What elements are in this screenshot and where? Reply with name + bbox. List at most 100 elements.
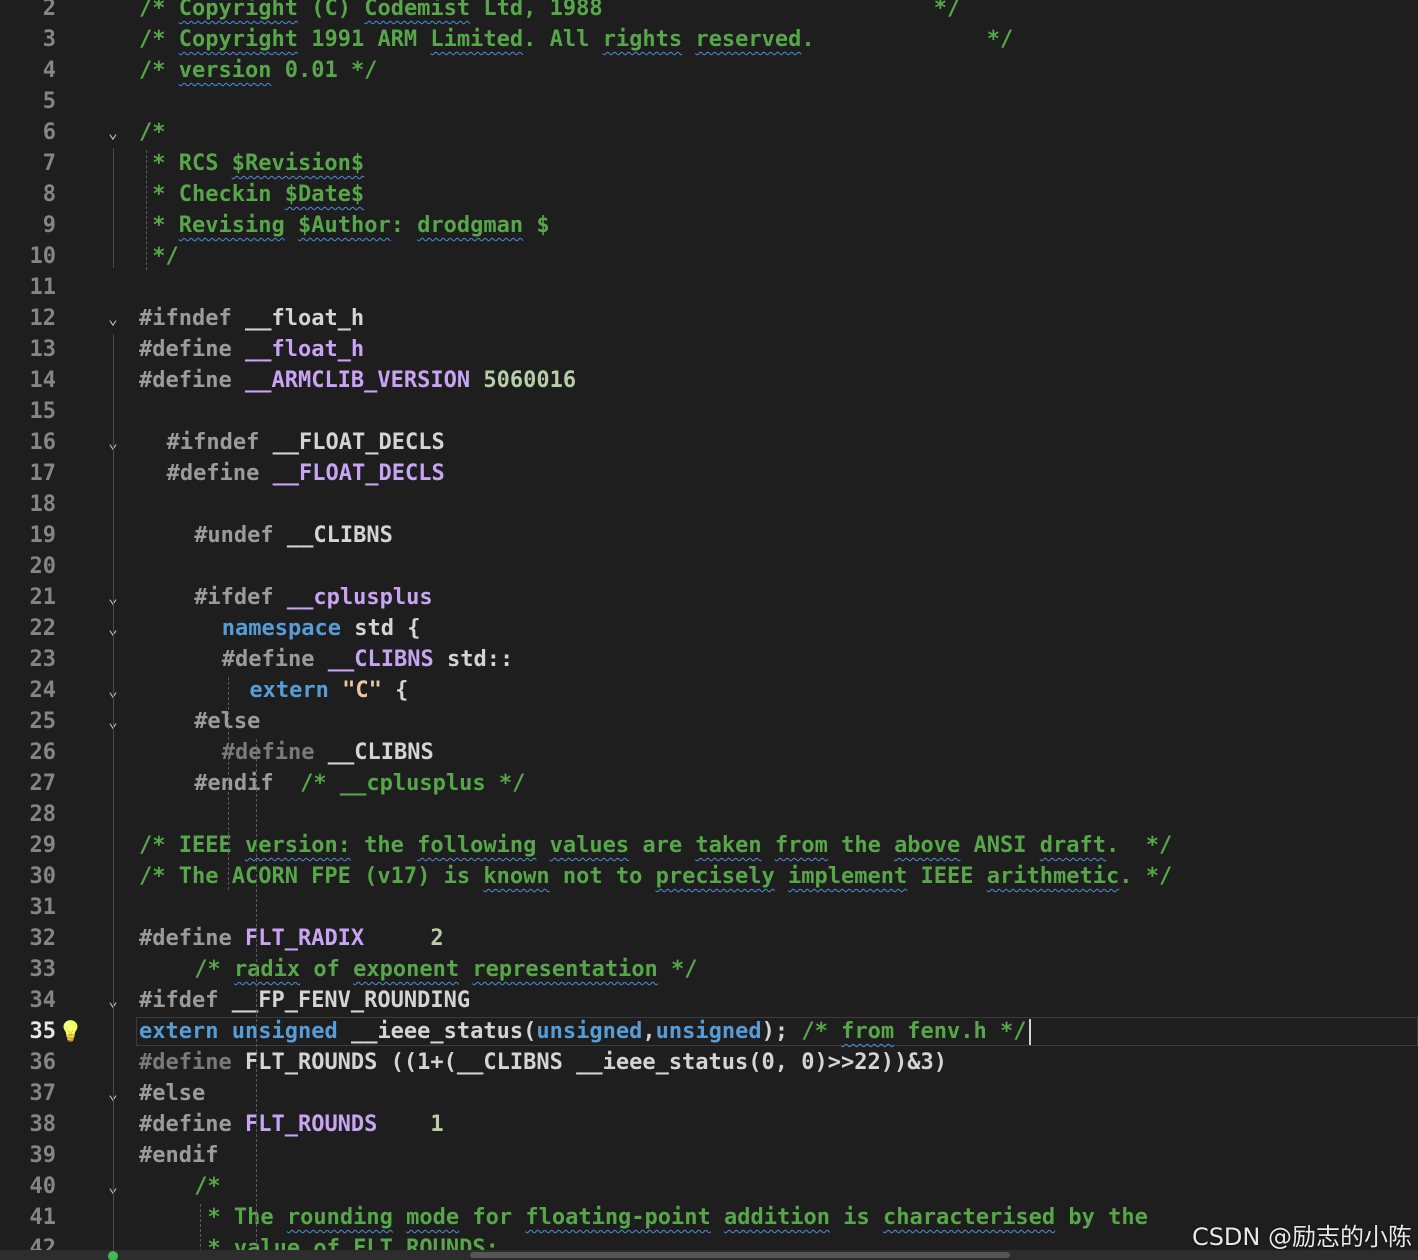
text-caret bbox=[1029, 1019, 1031, 1045]
indent-guide bbox=[146, 150, 147, 270]
code-text[interactable]: #ifdef __cplusplus bbox=[194, 582, 432, 613]
code-line[interactable]: 12 ⌄ #ifndef __float_h bbox=[0, 303, 1418, 334]
code-line[interactable]: 25 ⌄ #else bbox=[0, 706, 1418, 737]
code-token: __ieee_status( bbox=[337, 1019, 537, 1044]
code-line[interactable]: 35 💡 extern unsigned __ieee_status(unsigne… bbox=[0, 1016, 1418, 1047]
code-text[interactable]: /* version 0.01 */ bbox=[139, 55, 377, 86]
chevron-down-icon[interactable]: ⌄ bbox=[104, 303, 122, 334]
code-line[interactable]: 26 #define __CLIBNS bbox=[0, 737, 1418, 768]
code-text[interactable]: /* bbox=[194, 1171, 221, 1202]
code-token: IEEE bbox=[907, 864, 987, 889]
code-line[interactable]: 31 bbox=[0, 892, 1418, 923]
code-line[interactable]: 19 #undef __CLIBNS bbox=[0, 520, 1418, 551]
code-text[interactable]: #ifndef __float_h bbox=[139, 303, 364, 334]
code-text[interactable]: #ifndef __FLOAT_DECLS bbox=[167, 427, 445, 458]
code-line[interactable]: 3 /* Copyright 1991 ARM Limited. All righ… bbox=[0, 24, 1418, 55]
code-editor[interactable]: 2/* Copyright (C) Codemist Ltd, 1988 */3… bbox=[0, 0, 1418, 1250]
code-line[interactable]: 5 bbox=[0, 86, 1418, 117]
code-text[interactable]: /* Copyright (C) Codemist Ltd, 1988 */ bbox=[139, 0, 960, 24]
code-text[interactable]: #define FLT_RADIX 2 bbox=[139, 923, 444, 954]
code-text[interactable]: /* IEEE version: the following values ar… bbox=[139, 830, 1172, 861]
code-token: is bbox=[830, 1205, 883, 1230]
code-line[interactable]: 13 #define __float_h bbox=[0, 334, 1418, 365]
fold-region-bar bbox=[113, 148, 114, 268]
code-text[interactable]: * The rounding mode for floating-point a… bbox=[194, 1202, 1147, 1233]
line-number: 13 bbox=[29, 337, 57, 362]
code-line[interactable]: 36 #define FLT_ROUNDS ((1+(__CLIBNS __iee… bbox=[0, 1047, 1418, 1078]
code-token: representation bbox=[472, 957, 658, 982]
code-line[interactable]: 16 ⌄ #ifndef __FLOAT_DECLS bbox=[0, 427, 1418, 458]
code-text[interactable]: /* bbox=[139, 117, 166, 148]
code-line[interactable]: 34 ⌄ #ifdef __FP_FENV_ROUNDING bbox=[0, 985, 1418, 1016]
code-line[interactable]: 15 bbox=[0, 396, 1418, 427]
code-text[interactable]: #endif /* __cplusplus */ bbox=[194, 768, 525, 799]
code-line[interactable]: 14 #define __ARMCLIB_VERSION 5060016 bbox=[0, 365, 1418, 396]
code-text[interactable]: * Checkin $Date$ bbox=[139, 179, 364, 210]
code-token: 5060016 bbox=[483, 368, 577, 393]
code-line[interactable]: 2 /* Copyright (C) Codemist Ltd, 1988 */ bbox=[0, 0, 1418, 24]
code-text[interactable]: #define __CLIBNS std:: bbox=[222, 644, 513, 675]
code-line[interactable]: 7 * RCS $Revision$ bbox=[0, 148, 1418, 179]
code-text[interactable]: /* The ACORN FPE (v17) is known not to p… bbox=[139, 861, 1172, 892]
code-token: /* __cplusplus */ bbox=[300, 771, 526, 796]
code-text[interactable]: extern "C" { bbox=[249, 675, 408, 706]
code-line[interactable]: 38 #define FLT_ROUNDS 1 bbox=[0, 1109, 1418, 1140]
chevron-down-icon[interactable]: ⌄ bbox=[104, 117, 122, 148]
code-line[interactable]: 40 ⌄/* bbox=[0, 1171, 1418, 1202]
code-token: __CLIBNS bbox=[327, 647, 434, 672]
line-number: 24 bbox=[29, 678, 57, 703]
code-text[interactable]: #endif bbox=[139, 1140, 218, 1171]
code-text[interactable]: * Revising $Author: drodgman $ bbox=[139, 210, 549, 241]
code-line[interactable]: 32 #define FLT_RADIX 2 bbox=[0, 923, 1418, 954]
code-line[interactable]: 24 ⌄ extern "C" { bbox=[0, 675, 1418, 706]
code-line[interactable]: 11 bbox=[0, 272, 1418, 303]
line-number: 19 bbox=[29, 523, 57, 548]
code-text[interactable]: #define __CLIBNS bbox=[222, 737, 434, 768]
code-line[interactable]: 4 /* version 0.01 */ bbox=[0, 55, 1418, 86]
code-line[interactable]: 6 ⌄ /* bbox=[0, 117, 1418, 148]
code-text[interactable]: /* Copyright 1991 ARM Limited. All right… bbox=[139, 24, 1013, 55]
code-line[interactable]: 28 bbox=[0, 799, 1418, 830]
code-text[interactable]: #define __FLOAT_DECLS bbox=[167, 458, 445, 489]
code-token: /* bbox=[194, 957, 234, 982]
line-number: 36 bbox=[29, 1050, 57, 1075]
code-line[interactable]: 29 /* IEEE version: the following values … bbox=[0, 830, 1418, 861]
code-line[interactable]: 23 #define __CLIBNS std:: bbox=[0, 644, 1418, 675]
code-text[interactable]: /* radix of exponent representation */ bbox=[194, 954, 697, 985]
code-text[interactable]: #ifdef __FP_FENV_ROUNDING bbox=[139, 985, 470, 1016]
code-text[interactable]: namespace std { bbox=[222, 613, 421, 644]
code-text[interactable]: * value of FLT_ROUNDS: bbox=[194, 1233, 498, 1250]
code-text[interactable]: #undef __CLIBNS bbox=[194, 520, 393, 551]
code-text[interactable]: #define FLT_ROUNDS ((1+(__CLIBNS __ieee_… bbox=[139, 1047, 947, 1078]
code-token: from bbox=[841, 1019, 895, 1044]
lightbulb-icon[interactable]: 💡 bbox=[58, 1017, 83, 1045]
code-line[interactable]: 33 /* radix of exponent representation */ bbox=[0, 954, 1418, 985]
code-line[interactable]: 27 #endif /* __cplusplus */ bbox=[0, 768, 1418, 799]
code-line[interactable]: 22 ⌄ namespace std { bbox=[0, 613, 1418, 644]
code-text[interactable]: #else bbox=[139, 1078, 205, 1109]
code-token: */ bbox=[657, 957, 698, 982]
code-line[interactable]: 39 #endif bbox=[0, 1140, 1418, 1171]
code-text[interactable]: * RCS $Revision$ bbox=[139, 148, 364, 179]
horizontal-scrollbar[interactable] bbox=[470, 1252, 1010, 1258]
code-text[interactable]: */ bbox=[139, 241, 179, 272]
code-line[interactable]: 21 ⌄ #ifdef __cplusplus bbox=[0, 582, 1418, 613]
code-line[interactable]: 30 /* The ACORN FPE (v17) is known not to… bbox=[0, 861, 1418, 892]
code-line[interactable]: 9 * Revising $Author: drodgman $ bbox=[0, 210, 1418, 241]
code-line[interactable]: 37 ⌄ #else bbox=[0, 1078, 1418, 1109]
code-text[interactable]: #define __ARMCLIB_VERSION 5060016 bbox=[139, 365, 576, 396]
code-line[interactable]: 8 * Checkin $Date$ bbox=[0, 179, 1418, 210]
indent-guide bbox=[256, 739, 257, 1250]
code-text[interactable]: extern unsigned __ieee_status(unsigned,u… bbox=[139, 1016, 1027, 1047]
code-line[interactable]: 18 bbox=[0, 489, 1418, 520]
code-line[interactable]: 20 bbox=[0, 551, 1418, 582]
line-number: 39 bbox=[29, 1143, 57, 1168]
code-text[interactable]: #define __float_h bbox=[139, 334, 364, 365]
code-line[interactable]: 17 #define __FLOAT_DECLS bbox=[0, 458, 1418, 489]
code-text[interactable]: #define FLT_ROUNDS 1 bbox=[139, 1109, 444, 1140]
code-line[interactable]: 10 */ bbox=[0, 241, 1418, 272]
